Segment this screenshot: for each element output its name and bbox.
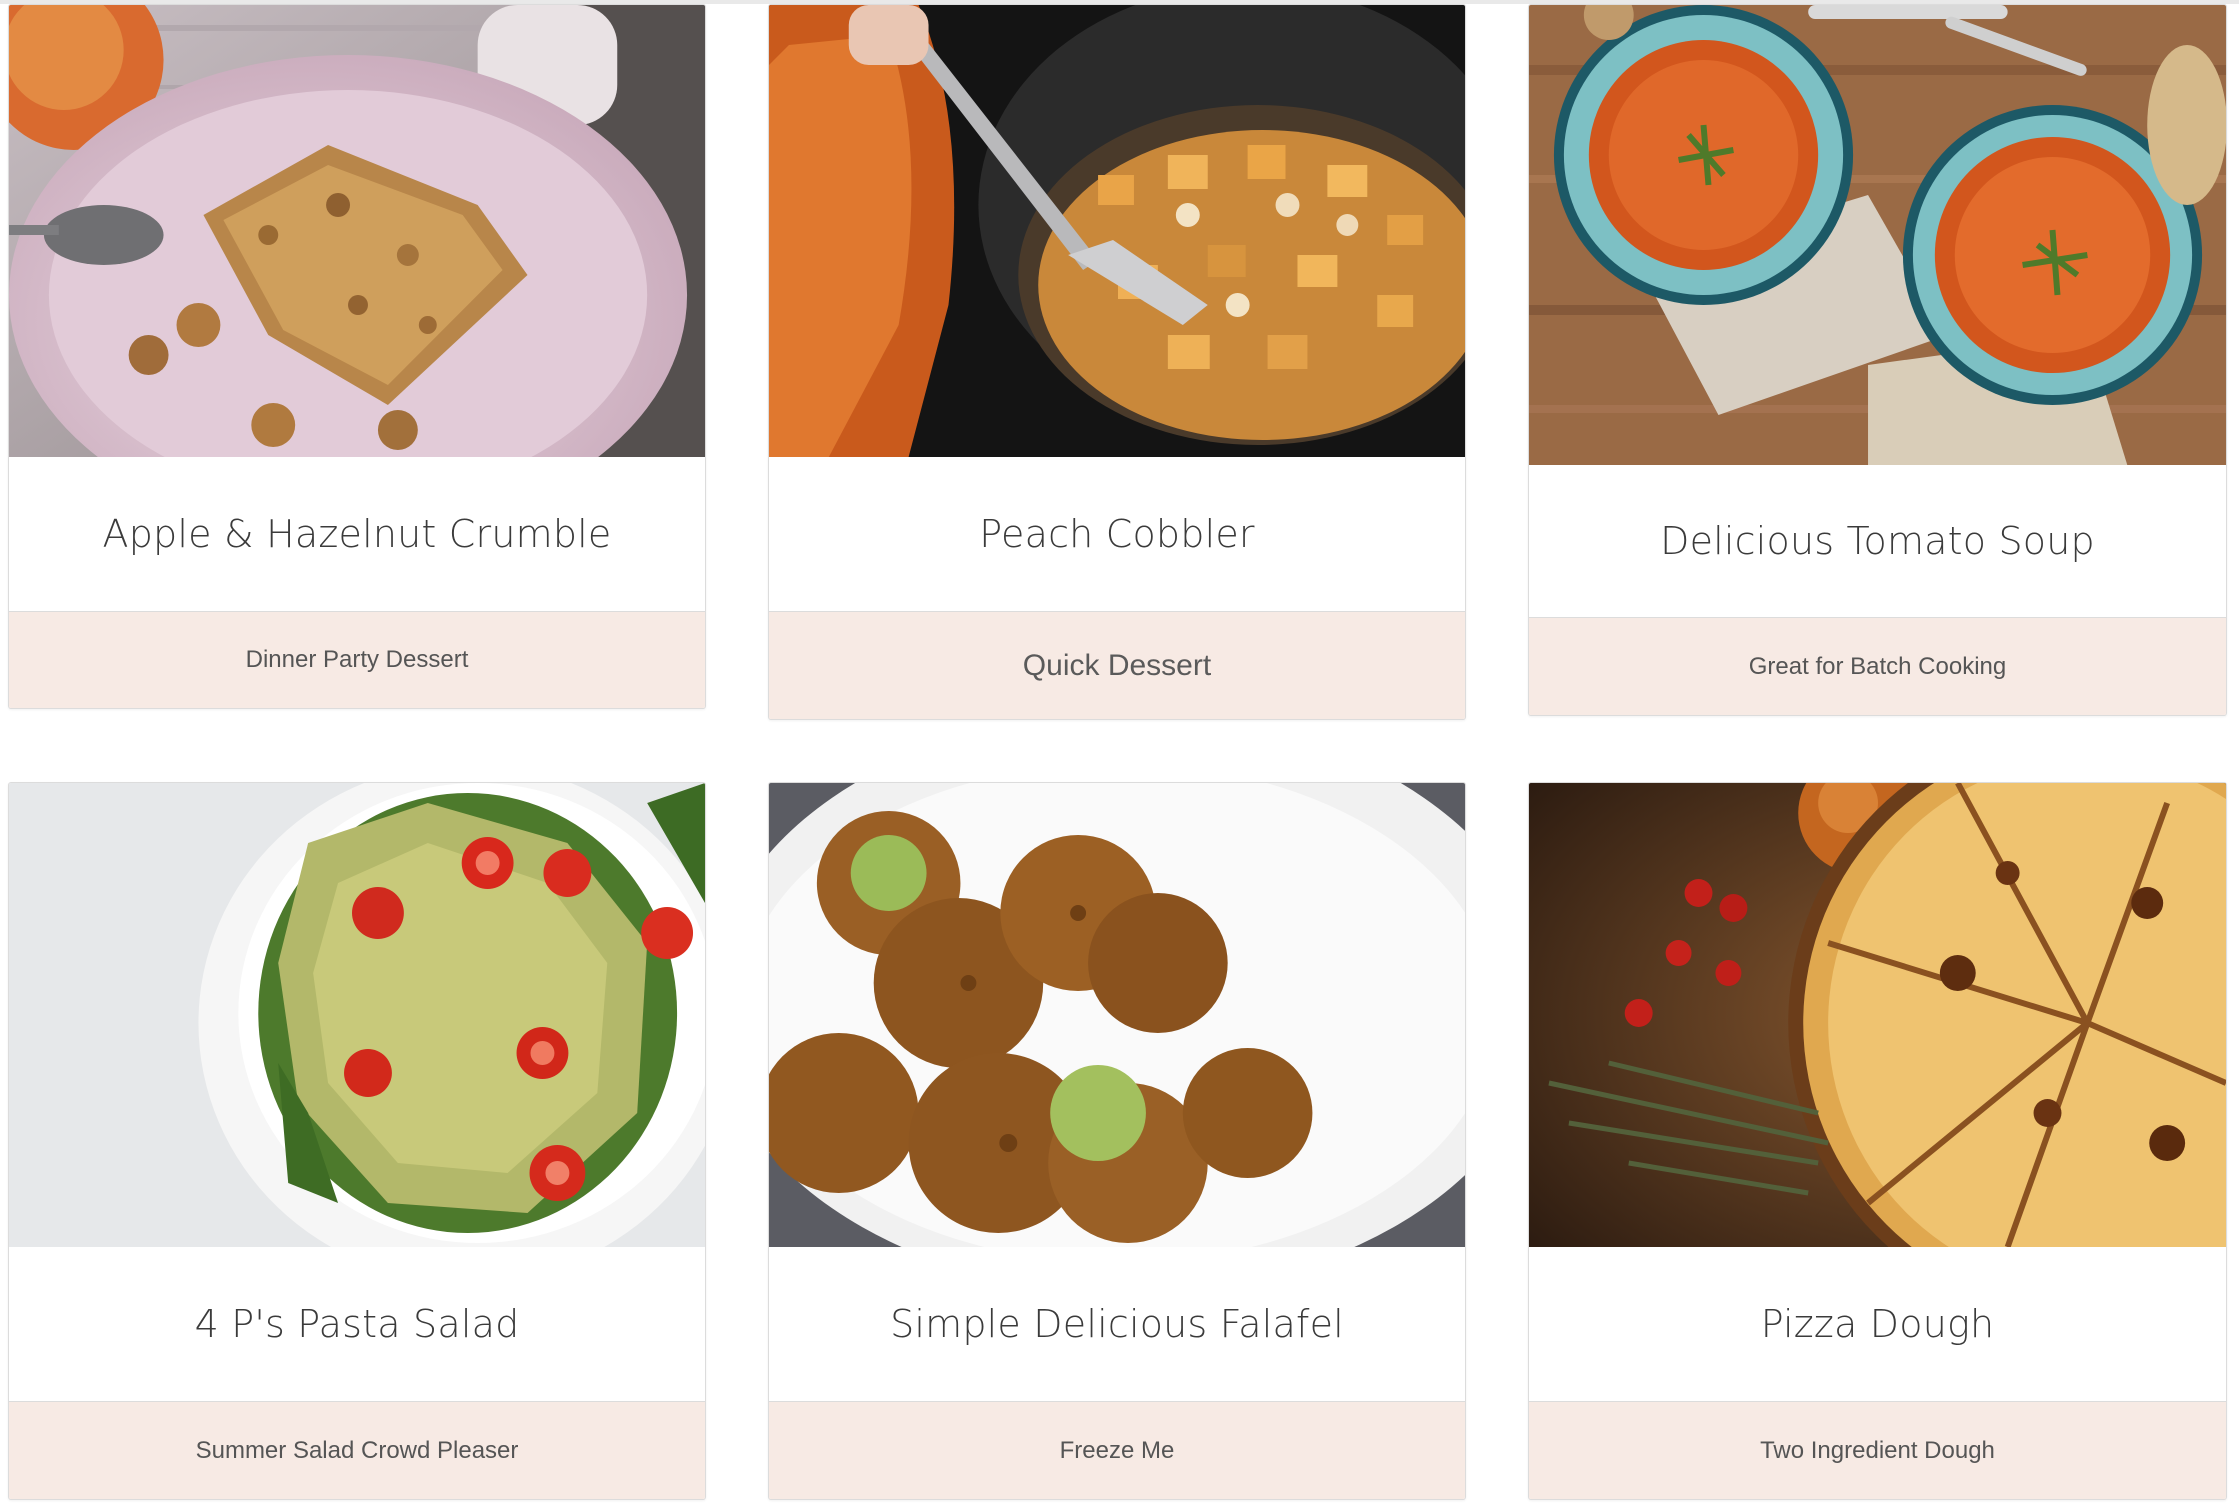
recipe-tag: Freeze Me <box>769 1401 1465 1499</box>
recipe-card-falafel[interactable]: Simple Delicious Falafel Freeze Me <box>768 782 1466 1500</box>
recipe-tag: Dinner Party Dessert <box>9 611 705 708</box>
crumble-photo <box>9 5 705 457</box>
recipe-title[interactable]: Delicious Tomato Soup <box>1529 465 2226 617</box>
recipe-card-pasta-salad[interactable]: 4 P's Pasta Salad Summer Salad Crowd Ple… <box>8 782 706 1500</box>
cobbler-photo <box>769 5 1465 457</box>
recipe-image-falafel[interactable] <box>769 783 1465 1247</box>
recipe-image-pizza-dough[interactable] <box>1529 783 2226 1247</box>
recipe-image-tomato-soup[interactable] <box>1529 5 2226 465</box>
recipe-tag: Summer Salad Crowd Pleaser <box>9 1401 705 1499</box>
recipe-card-pizza-dough[interactable]: Pizza Dough Two Ingredient Dough <box>1528 782 2227 1500</box>
recipe-title[interactable]: Pizza Dough <box>1529 1247 2226 1401</box>
recipe-tag: Quick Dessert <box>769 611 1465 719</box>
recipe-image-pasta-salad[interactable] <box>9 783 705 1247</box>
recipe-image-peach-cobbler[interactable] <box>769 5 1465 457</box>
recipe-title[interactable]: Peach Cobbler <box>769 457 1465 611</box>
falafel-photo <box>769 783 1465 1247</box>
recipe-tag: Great for Batch Cooking <box>1529 617 2226 715</box>
recipe-title[interactable]: Apple & Hazelnut Crumble <box>9 457 705 611</box>
recipe-card-apple-hazelnut-crumble[interactable]: Apple & Hazelnut Crumble Dinner Party De… <box>8 4 706 709</box>
recipe-tag: Two Ingredient Dough <box>1529 1401 2226 1499</box>
recipe-card-tomato-soup[interactable]: Delicious Tomato Soup Great for Batch Co… <box>1528 4 2227 716</box>
recipe-card-peach-cobbler[interactable]: Peach Cobbler Quick Dessert <box>768 4 1466 720</box>
pasta-salad-photo <box>9 783 705 1247</box>
recipe-title[interactable]: Simple Delicious Falafel <box>769 1247 1465 1401</box>
tomato-soup-photo <box>1529 5 2226 465</box>
pizza-photo <box>1529 783 2226 1247</box>
recipe-title[interactable]: 4 P's Pasta Salad <box>9 1247 705 1401</box>
recipe-image-apple-hazelnut-crumble[interactable] <box>9 5 705 457</box>
